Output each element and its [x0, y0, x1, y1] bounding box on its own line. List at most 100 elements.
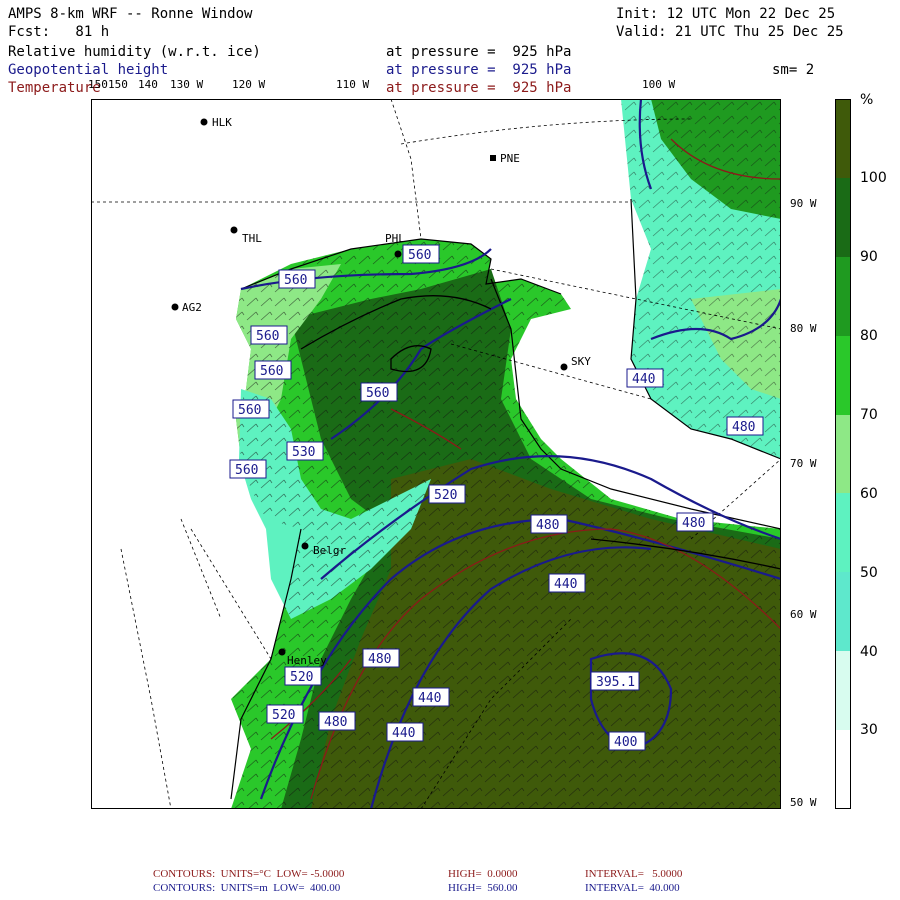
- valid-time: Valid: 21 UTC Thu 25 Dec 25: [616, 24, 844, 40]
- station-dot-ag2: [171, 303, 179, 311]
- svg-text:480: 480: [324, 715, 347, 730]
- contour-label: 480: [318, 711, 356, 731]
- lon-label: 110 W: [336, 78, 370, 91]
- contour-label: 520: [284, 666, 322, 686]
- colorbar-swatch: [835, 257, 851, 336]
- smoothing-label: sm= 2: [772, 62, 815, 78]
- contour-label: 440: [412, 687, 450, 707]
- svg-text:440: 440: [418, 691, 441, 706]
- svg-text:440: 440: [554, 577, 577, 592]
- svg-text:480: 480: [536, 518, 559, 533]
- contour-label: 560: [250, 325, 288, 345]
- contour-label: 530: [286, 441, 324, 461]
- svg-text:400: 400: [614, 735, 637, 750]
- contour-label: 560: [402, 244, 440, 264]
- contour-label: 480: [726, 416, 764, 436]
- lon-label: 150: [108, 78, 128, 91]
- footer-height-high: HIGH= 560.00: [448, 882, 518, 894]
- lon-label: 120 W: [232, 78, 266, 91]
- colorbar-tick: 40: [860, 644, 878, 660]
- station-label: AG2: [182, 301, 202, 314]
- svg-text:440: 440: [632, 372, 655, 387]
- svg-text:480: 480: [368, 652, 391, 667]
- svg-text:560: 560: [256, 329, 279, 344]
- svg-text:560: 560: [408, 248, 431, 263]
- svg-text:520: 520: [272, 708, 295, 723]
- svg-text:520: 520: [290, 670, 313, 685]
- station-dot-sky: [560, 363, 568, 371]
- contour-label: 440: [548, 573, 586, 593]
- svg-text:480: 480: [732, 420, 755, 435]
- contour-label: 560: [254, 360, 292, 380]
- svg-text:480: 480: [682, 516, 705, 531]
- footer-temp-units: CONTOURS: UNITS=°C LOW= -5.0000: [153, 868, 345, 880]
- station-dot-belgr: [301, 542, 309, 550]
- svg-text:530: 530: [292, 445, 315, 460]
- pressure-temp: at pressure = 925 hPa: [386, 80, 572, 96]
- field-temp-label: Temperature: [8, 80, 101, 96]
- lat-label: 70 W: [790, 457, 817, 470]
- colorbar-swatch: [835, 178, 851, 257]
- contour-label: 480: [676, 512, 714, 532]
- contour-label: 400: [608, 731, 646, 751]
- contour-label: 395.1: [590, 671, 640, 691]
- lat-label: 50 W: [790, 796, 817, 809]
- station-label: PNE: [500, 152, 520, 165]
- init-time: Init: 12 UTC Mon 22 Dec 25: [616, 6, 836, 22]
- station-dot-thl: [230, 226, 238, 234]
- svg-text:560: 560: [238, 403, 261, 418]
- contour-label: 560: [278, 269, 316, 289]
- svg-text:560: 560: [284, 273, 307, 288]
- lon-label: 140: [138, 78, 158, 91]
- lat-label: 90 W: [790, 197, 817, 210]
- lon-label: 150: [88, 78, 108, 91]
- colorbar-swatch: [835, 99, 851, 178]
- station-label: Henley: [287, 654, 327, 667]
- map-panel: HLK PNE THL PHL AG2 SKY Belgr Henley 560…: [91, 99, 781, 809]
- colorbar-tick: 50: [860, 565, 878, 581]
- footer-height-units: CONTOURS: UNITS=m LOW= 400.00: [153, 882, 341, 894]
- colorbar-tick: 70: [860, 407, 878, 423]
- contour-label: 440: [386, 722, 424, 742]
- colorbar-tick: 80: [860, 328, 878, 344]
- svg-text:560: 560: [366, 386, 389, 401]
- model-title: AMPS 8-km WRF -- Ronne Window: [8, 6, 253, 22]
- lon-label: 130 W: [170, 78, 204, 91]
- svg-text:560: 560: [235, 463, 258, 478]
- pressure-height: at pressure = 925 hPa: [386, 62, 572, 78]
- station-label: HLK: [212, 116, 232, 129]
- station-label: PHL: [385, 232, 405, 245]
- colorbar-swatch: [835, 493, 851, 572]
- colorbar-swatch: [835, 336, 851, 415]
- colorbar-tick: 90: [860, 249, 878, 265]
- field-rh-label: Relative humidity (w.r.t. ice): [8, 44, 261, 60]
- svg-text:560: 560: [260, 364, 283, 379]
- contour-label: 560: [232, 399, 270, 419]
- contour-label: 480: [362, 648, 400, 668]
- colorbar-swatch: [835, 730, 851, 809]
- colorbar-unit: %: [860, 92, 874, 108]
- contour-label: 560: [229, 459, 267, 479]
- contour-label: 480: [530, 514, 568, 534]
- colorbar-tick: 30: [860, 722, 878, 738]
- colorbar-tick: 100: [860, 170, 887, 186]
- contour-label: 520: [428, 484, 466, 504]
- svg-text:440: 440: [392, 726, 415, 741]
- colorbar-swatch: [835, 415, 851, 493]
- svg-text:395.1: 395.1: [596, 675, 635, 690]
- station-dot-hlk: [200, 118, 208, 126]
- station-label: SKY: [571, 355, 591, 368]
- colorbar: [835, 99, 851, 809]
- station-dot-phl: [394, 250, 402, 258]
- contour-label: 440: [626, 368, 664, 388]
- colorbar-tick: 60: [860, 486, 878, 502]
- station-label: THL: [242, 232, 262, 245]
- contour-label: 520: [266, 704, 304, 724]
- pressure-rh: at pressure = 925 hPa: [386, 44, 572, 60]
- station-dot-henley: [278, 648, 286, 656]
- footer-height-interval: INTERVAL= 40.000: [585, 882, 680, 894]
- lat-label: 60 W: [790, 608, 817, 621]
- station-label: Belgr: [313, 544, 346, 557]
- colorbar-swatch: [835, 651, 851, 730]
- lon-label: 100 W: [642, 78, 676, 91]
